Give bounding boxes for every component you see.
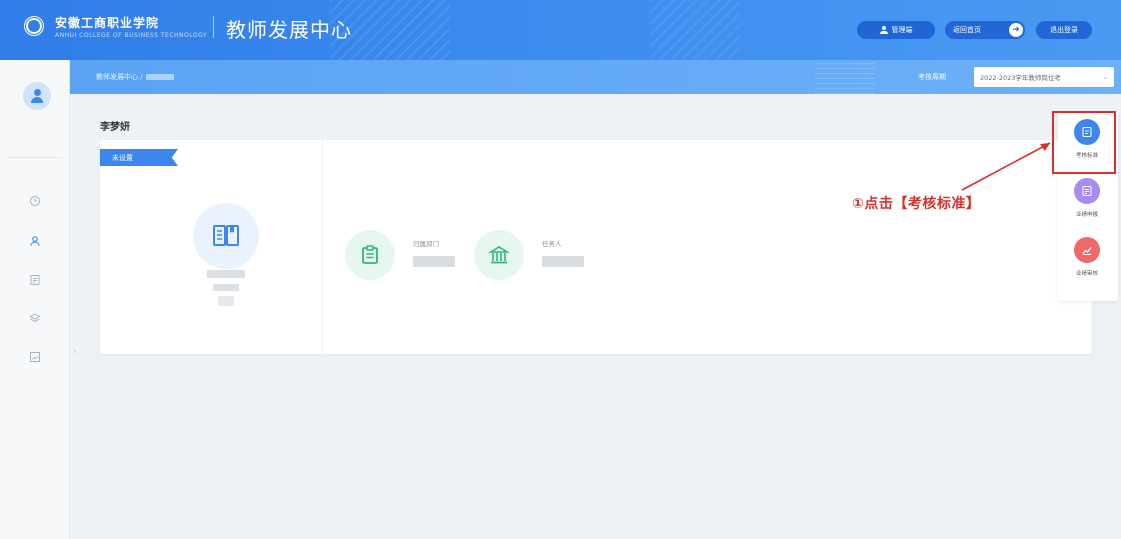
arrow-right-icon: ➜ bbox=[1009, 23, 1023, 37]
clipboard-icon bbox=[345, 230, 395, 280]
admin-button-label: 管理端 bbox=[891, 26, 913, 34]
annotation-text: ①点击【考核标准】 bbox=[852, 196, 981, 212]
app-title: 教师发展中心 bbox=[226, 18, 352, 42]
audit-button[interactable]: 业绩审核 bbox=[1069, 237, 1105, 277]
breadcrumb: 教师发展中心 / bbox=[96, 72, 174, 82]
back-home-button[interactable]: 返回首页 ➜ bbox=[945, 21, 1025, 39]
period-label: 考核周期 bbox=[918, 73, 946, 81]
report-icon[interactable] bbox=[28, 350, 42, 364]
back-home-label: 返回首页 bbox=[953, 26, 981, 34]
logout-label: 退出登录 bbox=[1050, 26, 1078, 34]
breadcrumb-current bbox=[145, 74, 174, 80]
person-icon[interactable] bbox=[28, 234, 42, 248]
logout-button[interactable]: 退出登录 bbox=[1036, 21, 1092, 39]
teacher-name: 李梦妍 bbox=[100, 122, 130, 133]
clock-icon[interactable] bbox=[28, 194, 42, 208]
redacted-id bbox=[213, 284, 239, 291]
declare-button[interactable]: 业绩申报 bbox=[1069, 178, 1105, 218]
user-avatar-icon[interactable] bbox=[23, 82, 51, 110]
annotation-highlight-box bbox=[1052, 111, 1116, 174]
status-badge: 未设置 bbox=[100, 149, 178, 166]
sidebar-divider bbox=[8, 157, 62, 158]
left-sidebar bbox=[0, 60, 70, 539]
layers-icon[interactable] bbox=[28, 311, 42, 325]
school-name: 安徽工商职业学院 bbox=[55, 16, 160, 30]
school-english-name: ANHUI COLLEGE OF BUSINESS TECHNOLOGY bbox=[55, 32, 208, 39]
document-icon[interactable] bbox=[28, 273, 42, 287]
card-divider bbox=[322, 140, 323, 354]
header-decoration bbox=[650, 0, 740, 60]
user-icon bbox=[879, 26, 888, 34]
bank-icon bbox=[474, 230, 524, 280]
audit-label: 业绩审核 bbox=[1075, 271, 1098, 277]
chevron-down-icon: ⌄ bbox=[1102, 73, 1108, 81]
period-select[interactable]: 2022-2023学年教师岗位考 ⌄ bbox=[974, 67, 1114, 87]
book-icon bbox=[193, 203, 259, 269]
redacted-department bbox=[413, 256, 455, 267]
period-value: 2022-2023学年教师岗位考 bbox=[980, 74, 1061, 82]
audit-icon bbox=[1074, 237, 1100, 263]
department-label: 归属部门 bbox=[413, 240, 439, 248]
subbar-decoration bbox=[815, 60, 875, 94]
top-header: 安徽工商职业学院 ANHUI COLLEGE OF BUSINESS TECHN… bbox=[0, 0, 1121, 60]
redacted-id bbox=[218, 296, 234, 306]
admin-button[interactable]: 管理端 bbox=[857, 21, 935, 39]
declare-label: 业绩申报 bbox=[1075, 212, 1098, 218]
header-divider bbox=[213, 16, 214, 38]
sub-header: 教师发展中心 / 考核周期 2022-2023学年教师岗位考 ⌄ bbox=[70, 60, 1121, 94]
redacted-assignee bbox=[542, 256, 584, 267]
assignee-label: 任务人 bbox=[542, 240, 562, 248]
school-logo-icon bbox=[24, 16, 44, 36]
declare-icon bbox=[1074, 178, 1100, 204]
breadcrumb-home[interactable]: 教师发展中心 / bbox=[96, 73, 143, 81]
redacted-id bbox=[207, 270, 245, 278]
sidebar-expand-icon[interactable]: › bbox=[73, 347, 77, 357]
